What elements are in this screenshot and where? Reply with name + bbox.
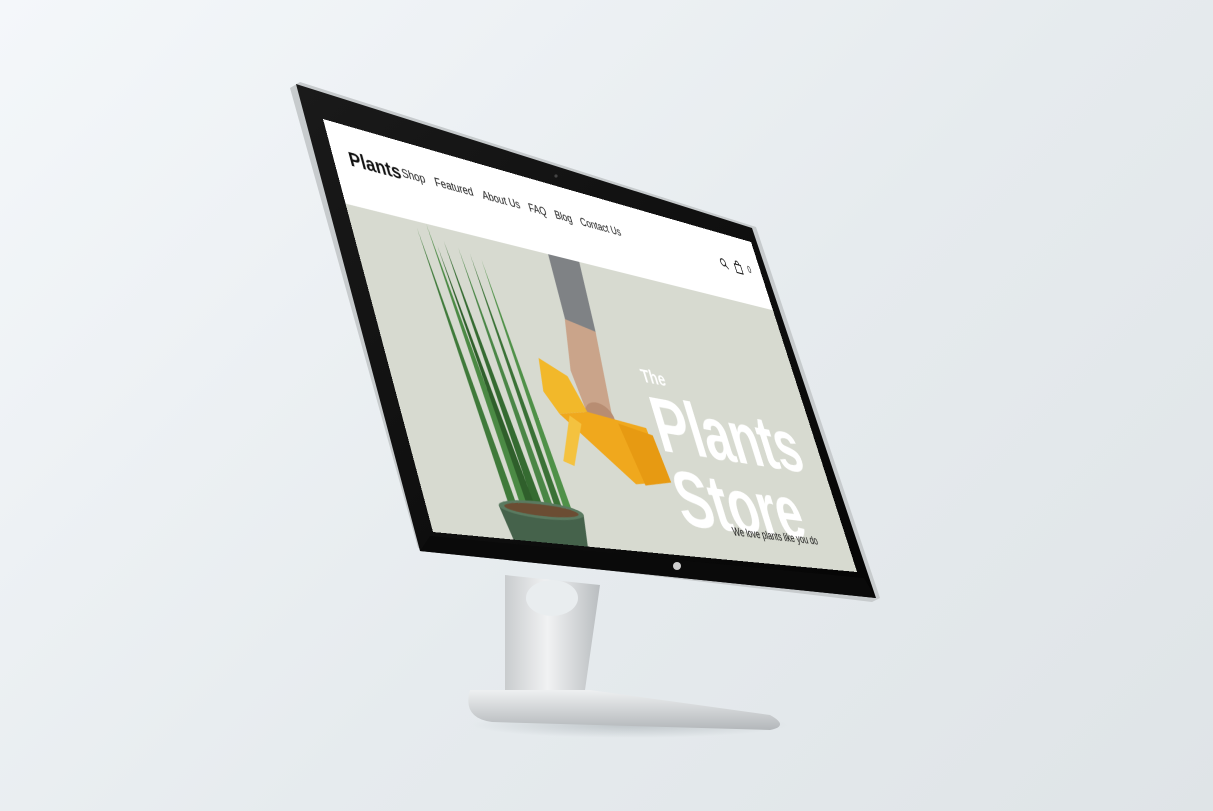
cart-count[interactable]: 0 [746, 265, 753, 276]
nav-item-contact-us[interactable]: Contact Us [578, 215, 622, 239]
nav-item-blog[interactable]: Blog [553, 208, 574, 226]
search-icon[interactable] [718, 256, 731, 271]
camera-icon [554, 174, 558, 178]
stand-base [468, 690, 780, 730]
header-icons: 0 [718, 256, 754, 278]
brand-logo[interactable]: Plants [346, 147, 404, 185]
nav-item-about-us[interactable]: About Us [480, 188, 521, 212]
apple-logo-icon [673, 562, 681, 570]
nav-item-faq[interactable]: FAQ [527, 201, 548, 219]
bag-icon[interactable] [732, 259, 745, 275]
nav-item-shop[interactable]: Shop [400, 166, 427, 187]
nav-item-featured[interactable]: Featured [433, 175, 475, 199]
stand-cutout [526, 580, 578, 616]
